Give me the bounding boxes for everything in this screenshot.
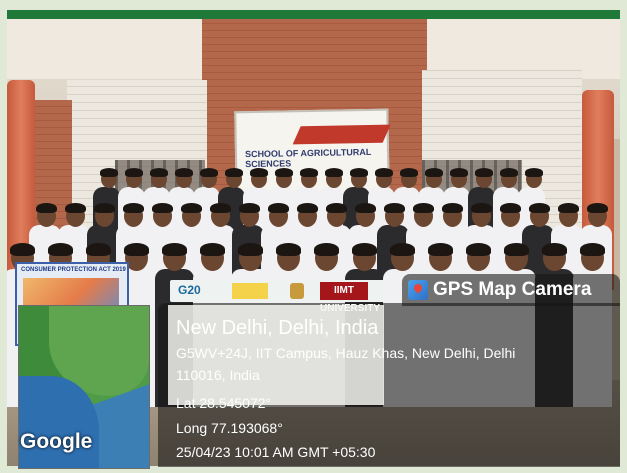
longitude: Long 77.193068°	[176, 420, 283, 436]
timestamp: 25/04/23 10:01 AM GMT +05:30	[176, 444, 376, 460]
location-title: New Delhi, Delhi, India	[176, 317, 379, 339]
emblem-logo	[290, 283, 304, 299]
iimt-logo: IIMT UNIVERSITY	[320, 282, 380, 314]
event-logo	[232, 283, 268, 299]
poster-left-title: CONSUMER PROTECTION ACT 2019	[21, 267, 126, 273]
app-name: GPS Map Camera	[433, 279, 592, 300]
g20-logo: G20	[178, 283, 201, 297]
map-pin-icon	[408, 280, 428, 300]
roof-left	[7, 19, 207, 79]
banner-stripe	[292, 124, 391, 145]
address-line2: 110016, India	[176, 367, 260, 383]
address-line1: G5WV+24J, IIT Campus, Hauz Khas, New Del…	[176, 345, 516, 361]
top-bar	[7, 10, 620, 19]
banner-text: SCHOOL OF AGRICULTURAL SCIENCES	[244, 146, 372, 170]
google-watermark: Google	[20, 430, 93, 453]
latitude: Lat 28.545072°	[176, 395, 272, 411]
poster-strip: G20 IIMT UNIVERSITY	[170, 280, 385, 314]
